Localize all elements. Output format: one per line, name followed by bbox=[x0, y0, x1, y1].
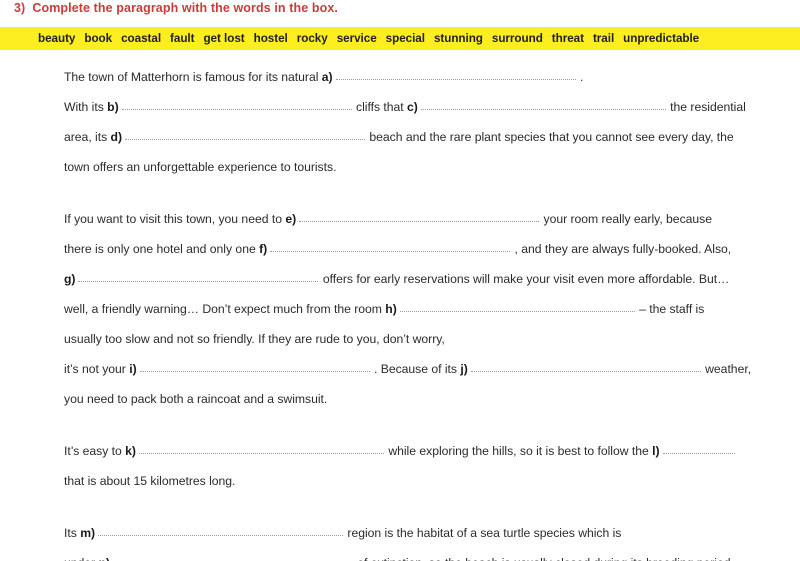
word-bank-item[interactable]: service bbox=[337, 32, 377, 45]
paragraph-line: Its m) region is the habitat of a sea tu… bbox=[64, 518, 800, 548]
paragraph-text: your room really early, because bbox=[540, 212, 712, 226]
paragraph-line: usually too slow and not so friendly. If… bbox=[64, 324, 800, 354]
blank-letter-label: n) bbox=[98, 556, 109, 561]
answer-blank[interactable] bbox=[335, 68, 576, 80]
paragraph-line: It’s easy to k) while exploring the hill… bbox=[64, 436, 800, 466]
word-bank-item[interactable]: coastal bbox=[121, 32, 161, 45]
paragraph-line: under n) of extinction, so the beach is … bbox=[64, 548, 800, 561]
paragraph-text: offers for early reservations will make … bbox=[319, 272, 730, 286]
paragraph-text: while exploring the hills, so it is best… bbox=[384, 444, 653, 458]
word-bank-item[interactable]: book bbox=[84, 32, 112, 45]
paragraph-text: . bbox=[576, 70, 584, 84]
blank-letter-label: j) bbox=[460, 362, 468, 376]
paragraph-text: of extinction, so the beach is usually c… bbox=[354, 556, 730, 561]
blank-letter-label: e) bbox=[285, 212, 297, 226]
exercise-number: 3) bbox=[14, 1, 26, 15]
paragraph-text: If you want to visit this town, you need… bbox=[64, 212, 286, 226]
exercise-instruction: Complete the paragraph with the words in… bbox=[32, 1, 338, 15]
blank-letter-label: c) bbox=[407, 100, 418, 114]
blank-letter-label: d) bbox=[110, 130, 123, 144]
paragraph-text: usually too slow and not so friendly. If… bbox=[64, 332, 445, 346]
answer-blank[interactable] bbox=[98, 524, 344, 536]
word-bank-item[interactable]: fault bbox=[170, 32, 194, 45]
word-bank-box: beauty book coastal fault get lost hostel rock… bbox=[0, 27, 800, 50]
paragraph-text: cliffs that bbox=[352, 100, 408, 114]
blank-letter-label: i) bbox=[129, 362, 137, 376]
answer-blank[interactable] bbox=[299, 210, 540, 222]
paragraph-text: there is only one hotel and only one bbox=[64, 242, 260, 256]
answer-blank[interactable] bbox=[662, 442, 735, 454]
paragraph-line: g) offers for early reservations will ma… bbox=[64, 264, 800, 294]
paragraph-text: The town of Matterhorn is famous for its… bbox=[64, 70, 322, 84]
blank-letter-label: g) bbox=[64, 272, 76, 286]
paragraph-text: town offers an unforgettable experience … bbox=[64, 160, 337, 174]
paragraph-line: The town of Matterhorn is famous for its… bbox=[64, 62, 800, 92]
word-bank-item[interactable]: surround bbox=[492, 32, 543, 45]
answer-blank[interactable] bbox=[139, 360, 370, 372]
paragraph-line: it’s not your i) . Because of its j) wea… bbox=[64, 354, 800, 384]
word-bank-item[interactable]: trail bbox=[593, 32, 614, 45]
answer-blank[interactable] bbox=[138, 442, 384, 454]
paragraph-text: beach and the rare plant species that yo… bbox=[366, 130, 734, 144]
paragraph-text: area, its bbox=[64, 130, 111, 144]
paragraph-text: Its bbox=[64, 526, 81, 540]
paragraph-text: . Because of its bbox=[370, 362, 461, 376]
paragraph-text: region is the habitat of a sea turtle sp… bbox=[344, 526, 622, 540]
paragraph-line: If you want to visit this town, you need… bbox=[64, 204, 800, 234]
paragraph-text: it’s not your bbox=[64, 362, 130, 376]
word-bank-item[interactable]: stunning bbox=[434, 32, 483, 45]
blank-letter-label: b) bbox=[107, 100, 119, 114]
answer-blank[interactable] bbox=[270, 240, 511, 252]
answer-blank[interactable] bbox=[399, 300, 635, 312]
word-bank-item[interactable]: beauty bbox=[38, 32, 75, 45]
word-bank-item[interactable]: unpredictable bbox=[623, 32, 699, 45]
word-bank-item[interactable]: rocky bbox=[297, 32, 328, 45]
paragraph-text: well, a friendly warning… Don’t expect m… bbox=[64, 302, 386, 316]
answer-blank[interactable] bbox=[113, 554, 353, 561]
blank-letter-label: l) bbox=[652, 444, 660, 458]
paragraph-line: there is only one hotel and only one f) … bbox=[64, 234, 800, 264]
answer-blank[interactable] bbox=[470, 360, 701, 372]
paragraph-line: that is about 15 kilometres long. bbox=[64, 466, 800, 496]
paragraph-text: weather, bbox=[701, 362, 752, 376]
answer-blank[interactable] bbox=[125, 128, 366, 140]
paragraph-text: the residential bbox=[666, 100, 746, 114]
word-bank-item[interactable]: get lost bbox=[203, 32, 244, 45]
answer-blank[interactable] bbox=[420, 98, 666, 110]
blank-letter-label: f) bbox=[259, 242, 268, 256]
blank-letter-label: h) bbox=[385, 302, 397, 316]
word-bank-list: beauty book coastal fault get lost hostel rock… bbox=[38, 32, 699, 45]
paragraph-line: town offers an unforgettable experience … bbox=[64, 152, 800, 182]
paragraph-text: With its bbox=[64, 100, 108, 114]
paragraph-text: It’s easy to bbox=[64, 444, 126, 458]
exercise-heading: 3) Complete the paragraph with the words … bbox=[14, 1, 338, 15]
word-bank-item[interactable]: hostel bbox=[254, 32, 288, 45]
paragraph-line: area, its d) beach and the rare plant sp… bbox=[64, 122, 800, 152]
answer-blank[interactable] bbox=[78, 270, 319, 282]
paragraph-line: well, a friendly warning… Don’t expect m… bbox=[64, 294, 800, 324]
word-bank-item[interactable]: threat bbox=[552, 32, 584, 45]
paragraph-line: you need to pack both a raincoat and a s… bbox=[64, 384, 800, 414]
worksheet-page: 3) Complete the paragraph with the words … bbox=[0, 0, 800, 561]
paragraph-text: that is about 15 kilometres long. bbox=[64, 474, 236, 488]
paragraph-line: With its b) cliffs that c) the residenti… bbox=[64, 92, 800, 122]
blank-letter-label: k) bbox=[125, 444, 136, 458]
word-bank-item[interactable]: special bbox=[386, 32, 425, 45]
paragraph-text: , and they are always fully-booked. Also… bbox=[511, 242, 732, 256]
paragraph-text: – the staff is bbox=[635, 302, 705, 316]
paragraph-text: under bbox=[64, 556, 98, 561]
paragraph-body: The town of Matterhorn is famous for its… bbox=[64, 62, 800, 561]
paragraph-text: you need to pack both a raincoat and a s… bbox=[64, 392, 328, 406]
blank-letter-label: m) bbox=[80, 526, 96, 540]
answer-blank[interactable] bbox=[121, 98, 352, 110]
blank-letter-label: a) bbox=[321, 70, 333, 84]
